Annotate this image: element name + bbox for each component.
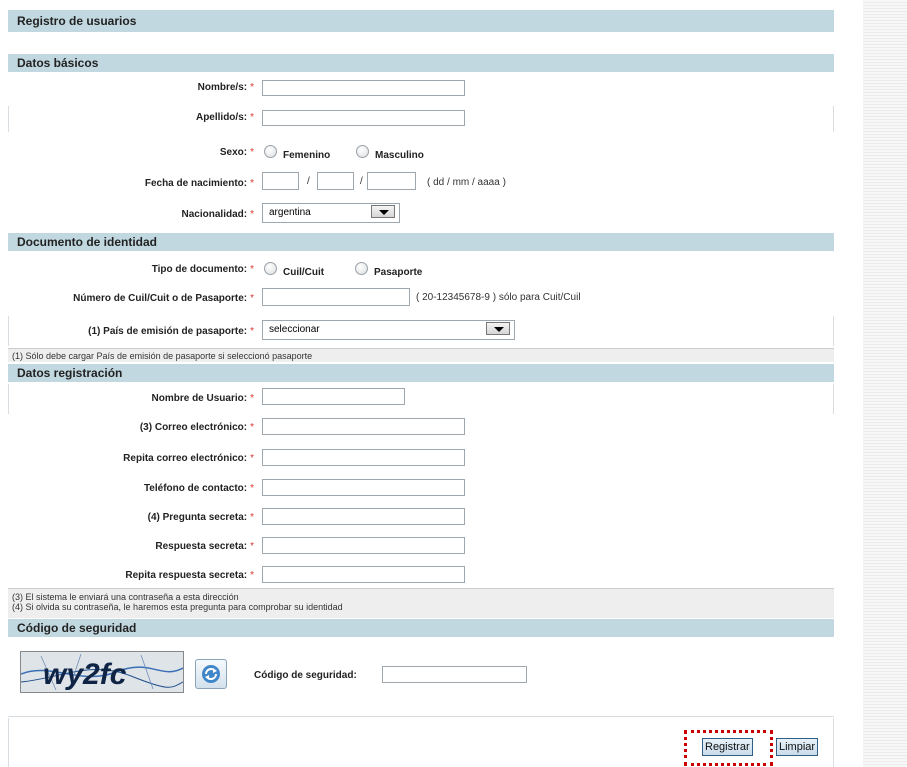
name-input[interactable] (262, 80, 465, 96)
question-note: (4) Si olvida su contraseña, le haremos … (12, 602, 343, 612)
secret-answer-label: Respuesta secreta: * (155, 541, 254, 552)
radio-cuil[interactable] (264, 262, 277, 275)
phone-input[interactable] (262, 479, 465, 496)
section-identity-title: Documento de identidad (8, 233, 834, 251)
doc-number-hint: ( 20-12345678-9 ) sólo para Cuit/Cuil (416, 292, 581, 303)
email-repeat-label: Repita correo electrónico: * (123, 453, 254, 464)
nationality-value: argentina (269, 207, 311, 218)
radio-pasaporte[interactable] (355, 262, 368, 275)
date-separator: / (360, 176, 363, 187)
section-security-title: Código de seguridad (8, 619, 834, 637)
security-code-label: Código de seguridad: (254, 670, 357, 681)
birth-date-label: Fecha de nacimiento: * (144, 178, 254, 189)
divider (833, 384, 834, 414)
nationality-label: Nacionalidad: * (181, 209, 254, 220)
secret-question-label: (4) Pregunta secreta: * (147, 512, 254, 523)
refresh-icon (202, 665, 220, 683)
email-input[interactable] (262, 418, 465, 435)
date-format-hint: ( dd / mm / aaaa ) (427, 177, 506, 188)
passport-country-value: seleccionar (269, 324, 320, 335)
divider (833, 106, 834, 132)
chevron-down-icon[interactable] (486, 322, 510, 335)
birth-year-input[interactable] (367, 172, 416, 190)
captcha-image: wy2fc (20, 651, 184, 693)
divider (833, 718, 834, 767)
radio-masculino-label: Masculino (375, 150, 424, 161)
secret-question-input[interactable] (262, 508, 465, 525)
passport-note: (1) Sólo debe cargar País de emisión de … (8, 348, 834, 362)
right-side-pane (863, 0, 907, 767)
secret-answer-repeat-label: Repita respuesta secreta: * (125, 570, 254, 581)
page-title: Registro de usuarios (8, 10, 834, 32)
name-label: Nombre/s: * (197, 82, 254, 93)
email-repeat-input[interactable] (262, 449, 465, 466)
username-input[interactable] (262, 388, 405, 405)
clear-button[interactable]: Limpiar (776, 738, 819, 756)
passport-country-label: (1) País de emisión de pasaporte: * (88, 326, 254, 337)
captcha-text: wy2fc (43, 658, 127, 691)
phone-label: Teléfono de contacto: * (143, 483, 254, 494)
nationality-select[interactable]: argentina (262, 203, 400, 223)
email-note: (3) El sistema le enviará una contraseña… (12, 592, 239, 602)
radio-femenino[interactable] (264, 145, 277, 158)
security-code-input[interactable] (382, 666, 527, 683)
date-separator: / (307, 176, 310, 187)
radio-femenino-label: Femenino (283, 150, 331, 161)
divider (8, 716, 834, 717)
passport-country-select[interactable]: seleccionar (262, 320, 515, 340)
birth-day-input[interactable] (262, 172, 299, 190)
refresh-captcha-button[interactable] (195, 659, 227, 689)
chevron-down-icon[interactable] (371, 205, 395, 218)
doc-type-label: Tipo de documento: * (151, 264, 254, 275)
registration-panel: Registro de usuarios Datos básicos Nombr… (8, 0, 834, 767)
radio-cuil-label: Cuil/Cuit (283, 267, 325, 278)
secret-answer-repeat-input[interactable] (262, 566, 465, 583)
username-label: Nombre de Usuario: * (151, 393, 254, 404)
divider (8, 718, 9, 767)
register-button[interactable]: Registrar (702, 738, 753, 756)
surname-label: Apellido/s: * (195, 112, 254, 123)
divider (833, 316, 834, 346)
doc-number-input[interactable] (262, 288, 410, 306)
section-basic-title: Datos básicos (8, 54, 834, 72)
birth-month-input[interactable] (317, 172, 354, 190)
sex-label: Sexo: * (219, 147, 254, 158)
section-registration-title: Datos registración (8, 364, 834, 382)
doc-number-label: Número de Cuil/Cuit o de Pasaporte: * (73, 293, 254, 304)
radio-pasaporte-label: Pasaporte (374, 267, 423, 278)
radio-masculino[interactable] (356, 145, 369, 158)
registration-notes: (3) El sistema le enviará una contraseña… (8, 588, 834, 618)
captcha-graphic: wy2fc (21, 652, 183, 692)
surname-input[interactable] (262, 110, 465, 126)
email-label: (3) Correo electrónico: * (139, 422, 254, 433)
secret-answer-input[interactable] (262, 537, 465, 554)
